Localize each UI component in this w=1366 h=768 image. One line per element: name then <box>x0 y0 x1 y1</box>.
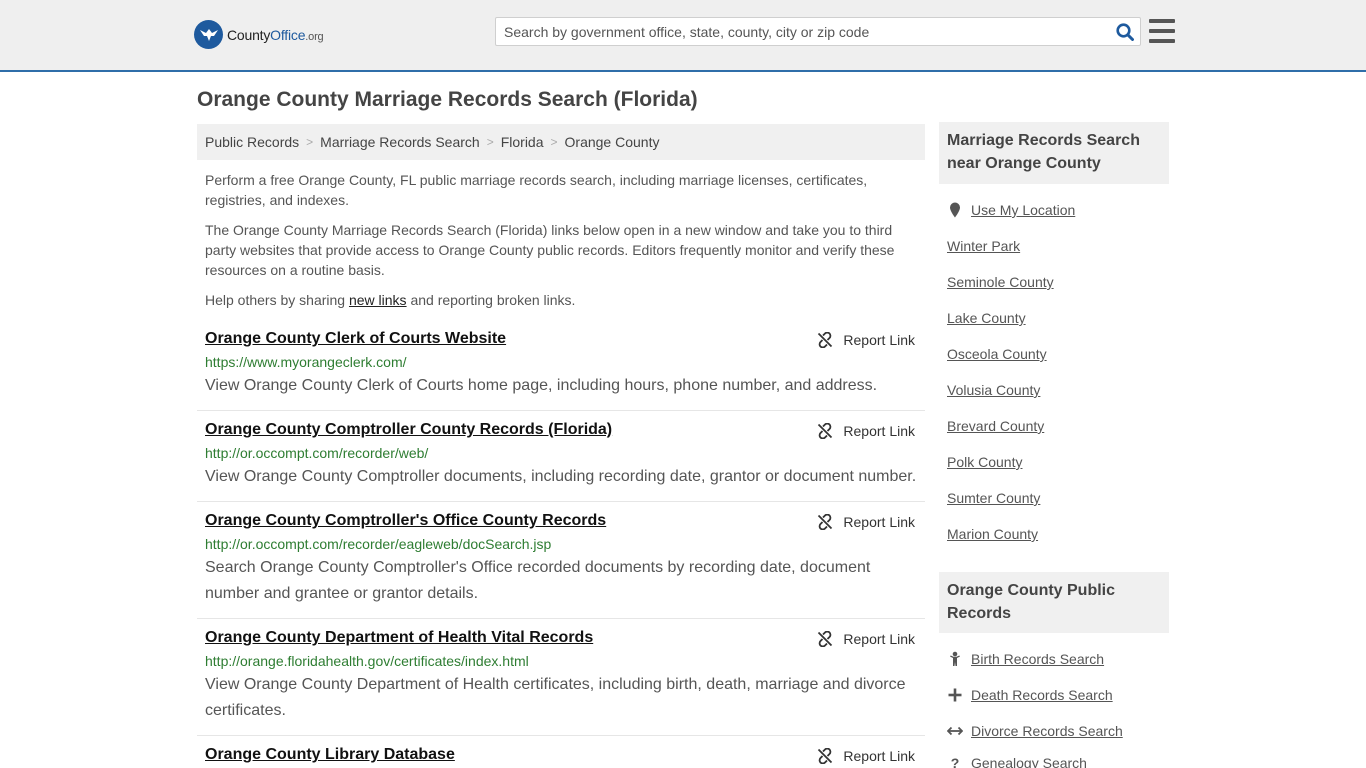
site-logo[interactable]: CountyOffice.org <box>194 20 324 49</box>
nearby-link-polk-county[interactable]: Polk County <box>947 454 1022 470</box>
result-description: View Orange County Department of Health … <box>205 676 906 719</box>
result-description: Search Orange County Comptroller's Offic… <box>205 559 871 602</box>
search-button[interactable] <box>1110 18 1140 45</box>
use-my-location-link[interactable]: Use My Location <box>947 202 1075 218</box>
broken-link-icon <box>818 514 833 530</box>
result-item: Orange County Clerk of Courts Website ht… <box>197 330 925 411</box>
breadcrumb: Public Records > Marriage Records Search… <box>197 124 925 160</box>
report-link-button[interactable]: Report Link <box>817 631 915 647</box>
breadcrumb-separator-icon: > <box>550 135 558 149</box>
hamburger-menu-icon[interactable] <box>1149 19 1175 43</box>
search-input[interactable] <box>496 18 1110 45</box>
death-records-link[interactable]: Death Records Search <box>947 687 1113 703</box>
nearby-link-osceola-county[interactable]: Osceola County <box>947 346 1047 362</box>
split-arrows-icon <box>947 725 963 737</box>
result-item: Orange County Comptroller County Records… <box>197 421 925 502</box>
result-url[interactable]: http://or.occompt.com/recorder/web/ <box>205 445 925 461</box>
result-item: Orange County Department of Health Vital… <box>197 629 925 736</box>
breadcrumb-separator-icon: > <box>486 135 494 149</box>
breadcrumb-florida[interactable]: Florida <box>501 134 544 150</box>
broken-link-icon <box>818 631 833 647</box>
site-header: CountyOffice.org <box>0 0 1366 72</box>
nearby-link-brevard-county[interactable]: Brevard County <box>947 418 1044 434</box>
sharing-paragraph: Help others by sharing new links and rep… <box>205 292 576 308</box>
nearby-link-lake-county[interactable]: Lake County <box>947 310 1026 326</box>
genealogy-search-link[interactable]: ? Genealogy Search <box>947 754 1087 768</box>
divorce-records-link[interactable]: Divorce Records Search <box>947 723 1123 739</box>
intro-paragraph: Perform a free Orange County, FL public … <box>205 172 868 208</box>
eagle-icon <box>194 20 223 49</box>
result-url[interactable]: http://orange.floridahealth.gov/certific… <box>205 653 925 669</box>
question-icon: ? <box>950 755 960 768</box>
sidebar-nearby-heading: Marriage Records Search near Orange Coun… <box>939 122 1169 184</box>
nearby-link-seminole-county[interactable]: Seminole County <box>947 274 1054 290</box>
broken-link-icon <box>818 423 833 439</box>
birth-records-link[interactable]: Birth Records Search <box>947 651 1104 667</box>
breadcrumb-orange-county[interactable]: Orange County <box>565 134 660 150</box>
report-link-button[interactable]: Report Link <box>817 514 915 530</box>
sidebar-public-records-heading: Orange County Public Records <box>939 572 1169 633</box>
nearby-link-winter-park[interactable]: Winter Park <box>947 238 1020 254</box>
map-pin-icon <box>947 202 963 218</box>
report-link-button[interactable]: Report Link <box>817 332 915 348</box>
broken-link-icon <box>818 332 833 348</box>
page-title: Orange County Marriage Records Search (F… <box>197 88 698 111</box>
logo-text: CountyOffice.org <box>227 26 324 43</box>
nearby-link-sumter-county[interactable]: Sumter County <box>947 490 1040 506</box>
result-description: View Orange County Clerk of Courts home … <box>205 377 878 394</box>
report-link-button[interactable]: Report Link <box>817 748 915 764</box>
breadcrumb-marriage-records[interactable]: Marriage Records Search <box>320 134 480 150</box>
nearby-link-marion-county[interactable]: Marion County <box>947 526 1038 542</box>
result-item: Orange County Comptroller's Office Count… <box>197 512 925 619</box>
search-bar <box>495 17 1141 46</box>
broken-link-icon <box>818 748 833 764</box>
nearby-link-volusia-county[interactable]: Volusia County <box>947 382 1040 398</box>
result-url[interactable]: https://www.myorangeclerk.com/ <box>205 354 925 370</box>
baby-icon <box>947 651 963 667</box>
result-description: View Orange County Comptroller documents… <box>205 468 917 485</box>
disclaimer-paragraph: The Orange County Marriage Records Searc… <box>205 222 895 278</box>
result-item: Orange County Library Database Report Li… <box>197 746 925 768</box>
result-url[interactable]: http://or.occompt.com/recorder/eagleweb/… <box>205 536 925 552</box>
breadcrumb-public-records[interactable]: Public Records <box>205 134 299 150</box>
report-link-button[interactable]: Report Link <box>817 423 915 439</box>
search-icon <box>1116 22 1134 41</box>
breadcrumb-separator-icon: > <box>306 135 314 149</box>
cross-icon <box>947 688 963 702</box>
new-links-link[interactable]: new links <box>349 292 407 308</box>
